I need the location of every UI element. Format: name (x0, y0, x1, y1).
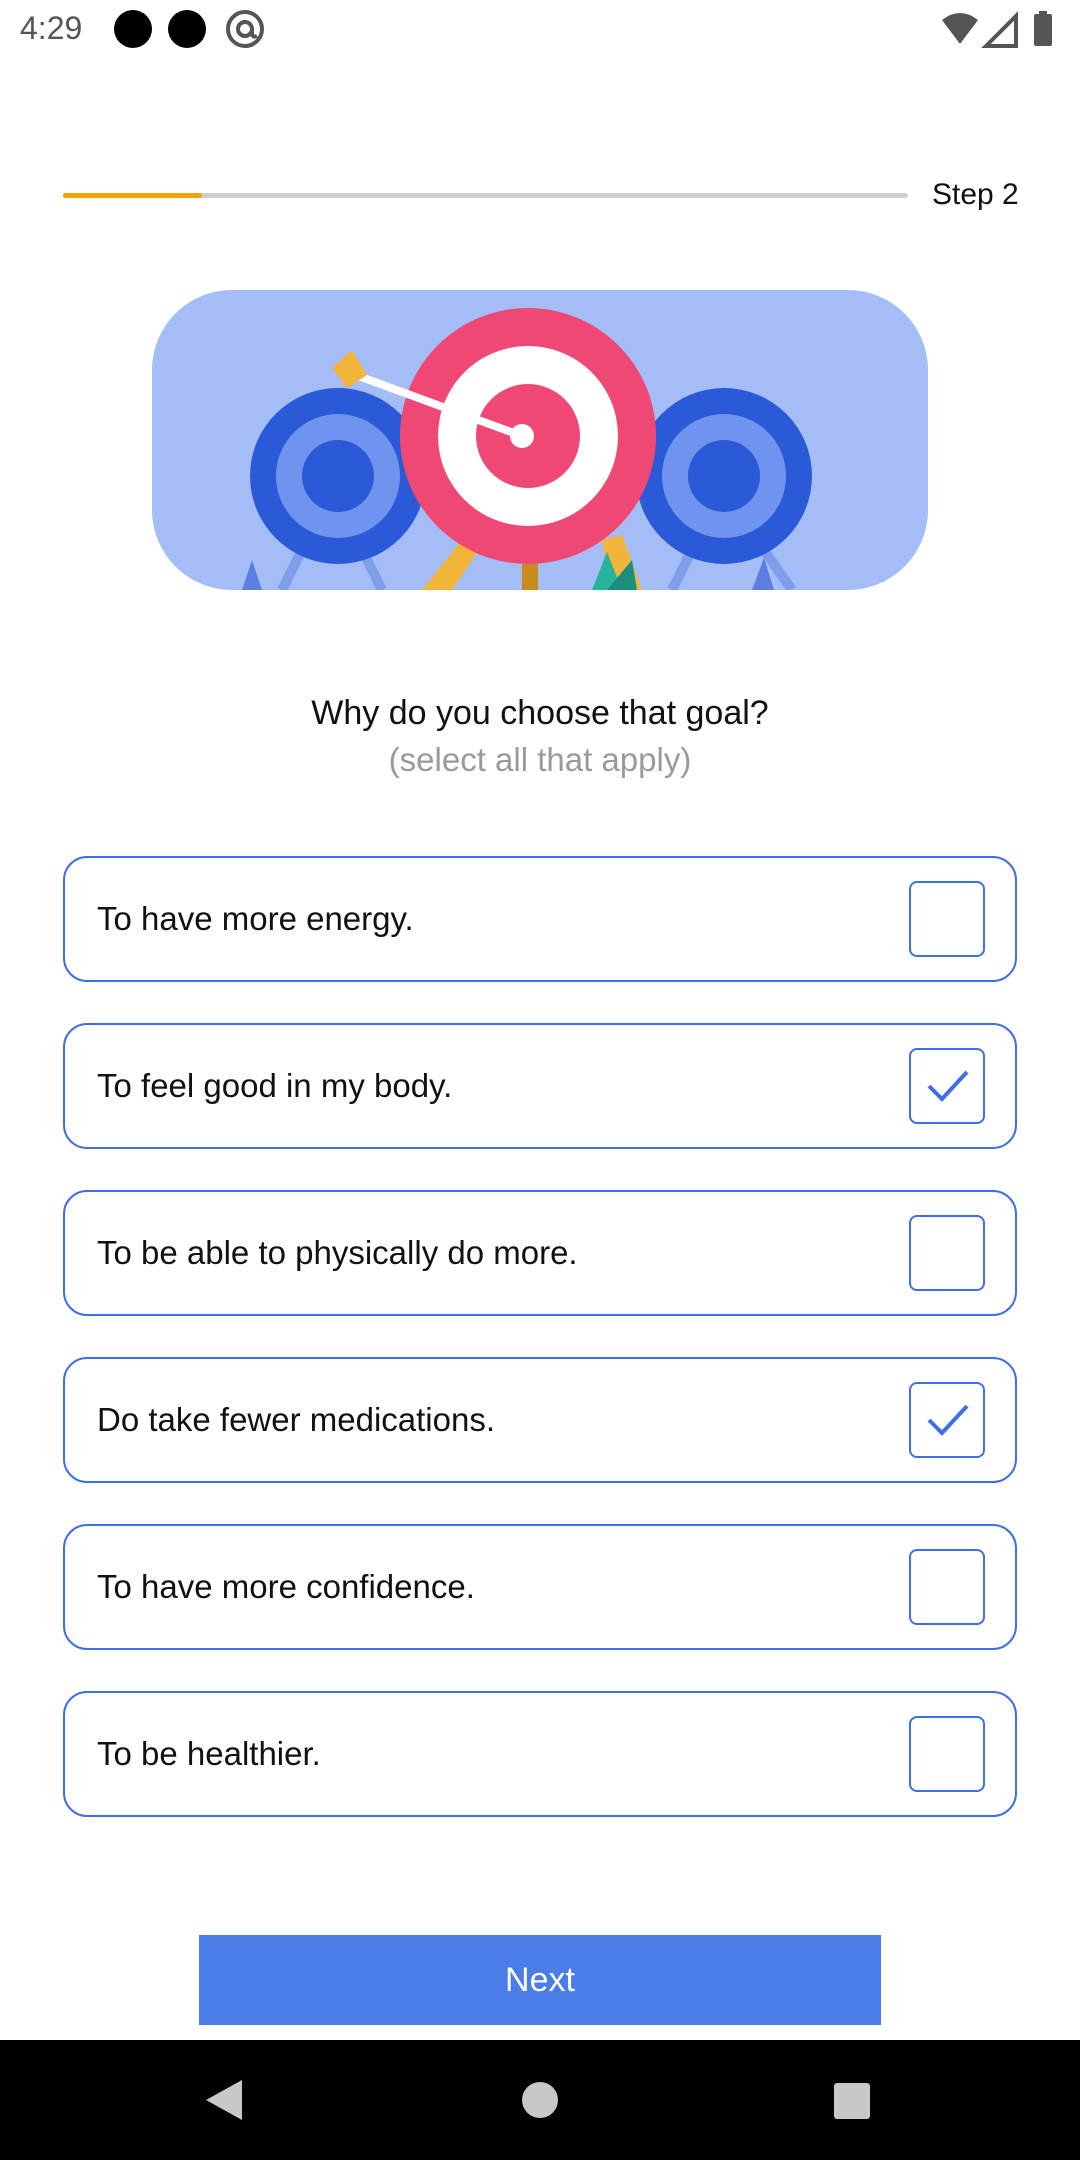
checkbox[interactable] (909, 1382, 985, 1458)
status-time: 4:29 (20, 10, 83, 46)
question-hint: (select all that apply) (388, 741, 692, 778)
notification-dot-icon (114, 10, 152, 48)
option-item-0[interactable]: To have more energy. (63, 856, 1017, 982)
progress-bar (63, 193, 908, 198)
question-title: Why do you choose that goal? (311, 694, 769, 732)
next-button[interactable]: Next (199, 1935, 881, 2025)
option-item-5[interactable]: To be healthier. (63, 1691, 1017, 1817)
at-sign-icon (226, 10, 264, 48)
option-item-2[interactable]: To be able to physically do more. (63, 1190, 1017, 1316)
wifi-icon (942, 13, 978, 44)
option-label: To have more confidence. (97, 1568, 475, 1605)
progress-fill (63, 193, 203, 198)
back-icon[interactable] (206, 2080, 242, 2120)
signal-icon (981, 11, 1018, 48)
checkmark-icon (927, 1070, 969, 1102)
option-item-4[interactable]: To have more confidence. (63, 1524, 1017, 1650)
checkmark-icon (927, 1404, 969, 1436)
recents-icon[interactable] (834, 2083, 870, 2119)
battery-icon (1034, 14, 1052, 46)
option-label: To have more energy. (97, 900, 414, 937)
checkbox[interactable] (909, 881, 985, 957)
checkbox[interactable] (909, 1549, 985, 1625)
home-icon[interactable] (522, 2082, 558, 2118)
option-label: Do take fewer medications. (97, 1401, 496, 1438)
step-label: Step 2 (932, 178, 1019, 211)
status-bar: 4:29 (0, 0, 1080, 60)
checkbox[interactable] (909, 1215, 985, 1291)
target-arrow-icon (242, 308, 812, 590)
option-label: To feel good in my body. (97, 1067, 453, 1104)
option-label: To be healthier. (97, 1735, 321, 1772)
options-list: To have more energy. To feel good in my … (63, 856, 1017, 1858)
option-item-1[interactable]: To feel good in my body. (63, 1023, 1017, 1149)
checkbox[interactable] (909, 1716, 985, 1792)
target-arrow-illustration (152, 290, 928, 590)
notification-dot-icon (168, 10, 206, 48)
checkbox[interactable] (909, 1048, 985, 1124)
option-label: To be able to physically do more. (97, 1234, 578, 1271)
status-indicators (942, 11, 1052, 48)
option-item-3[interactable]: Do take fewer medications. (63, 1357, 1017, 1483)
navigation-bar (0, 2040, 1080, 2160)
